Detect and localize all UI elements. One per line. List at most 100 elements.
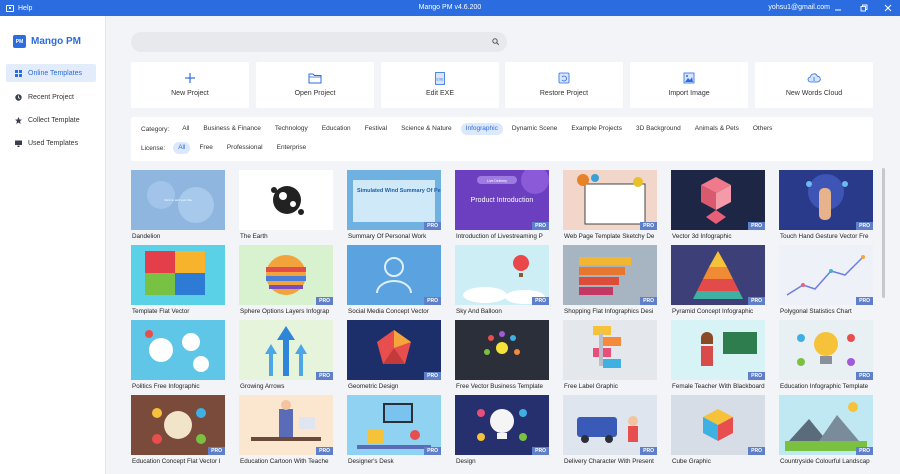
template-card[interactable]: Click to add your title Dandelion xyxy=(131,170,225,244)
close-button[interactable] xyxy=(878,0,898,16)
sidebar-item-online-templates[interactable]: Online Templates xyxy=(6,64,96,82)
pro-badge: PRO xyxy=(532,297,549,305)
template-card[interactable]: PRO Web Page Template Sketchy De xyxy=(563,170,657,244)
sidebar-item-recent-project[interactable]: Recent Project xyxy=(6,88,96,106)
license-professional[interactable]: Professional xyxy=(222,142,268,154)
template-thumbnail[interactable]: Click to add your title xyxy=(131,170,225,230)
template-card[interactable]: PRO Vector 3d Infographic xyxy=(671,170,765,244)
template-card[interactable]: PRO Sphere Options Layers Infograp xyxy=(239,245,333,319)
template-card[interactable]: Template Flat Vector xyxy=(131,245,225,319)
license-all[interactable]: All xyxy=(173,142,191,154)
template-card[interactable]: PRO Education Cartoon With Teache xyxy=(239,395,333,469)
template-thumbnail[interactable]: PRO xyxy=(239,245,333,305)
thumbnail-image xyxy=(563,320,657,380)
sidebar-item-collect-template[interactable]: Collect Template xyxy=(6,111,96,129)
template-thumbnail[interactable] xyxy=(563,320,657,380)
template-thumbnail[interactable]: Simulated Wind Summary Of Personal Work P… xyxy=(347,170,441,230)
template-card[interactable]: PRO Polygonal Statistics Chart xyxy=(779,245,873,319)
template-thumbnail[interactable]: PRO xyxy=(131,395,225,455)
template-card[interactable]: PRO Geometric Design xyxy=(347,320,441,394)
template-thumbnail[interactable] xyxy=(131,320,225,380)
template-card[interactable]: The Earth xyxy=(239,170,333,244)
category-technology[interactable]: Technology xyxy=(270,123,313,135)
template-thumbnail[interactable]: PRO xyxy=(779,170,873,230)
restore-project-button[interactable]: Restore Project xyxy=(505,62,623,108)
minimize-button[interactable] xyxy=(828,0,848,16)
template-thumbnail[interactable] xyxy=(455,320,549,380)
template-card[interactable]: PRO Education Concept Flat Vector I xyxy=(131,395,225,469)
thumbnail-image: Simulated Wind Summary Of Personal Work xyxy=(347,170,441,230)
template-thumbnail[interactable]: PRO xyxy=(347,320,441,380)
template-card[interactable]: PRO Education Infographic Template xyxy=(779,320,873,394)
open-project-button[interactable]: Open Project xyxy=(256,62,374,108)
template-card[interactable]: PRO Female Teacher With Blackboard xyxy=(671,320,765,394)
category-others[interactable]: Others xyxy=(748,123,778,135)
category-business-finance[interactable]: Business & Finance xyxy=(198,123,265,135)
template-thumbnail[interactable]: PRO xyxy=(347,245,441,305)
thumbnail-image xyxy=(779,245,873,305)
template-thumbnail[interactable]: PRO xyxy=(239,320,333,380)
template-thumbnail[interactable] xyxy=(131,245,225,305)
template-thumbnail[interactable]: PRO xyxy=(671,245,765,305)
template-thumbnail[interactable]: PRO xyxy=(671,170,765,230)
template-label: Politics Free Infographic xyxy=(132,383,200,390)
license-enterprise[interactable]: Enterprise xyxy=(272,142,312,154)
thumbnail-image xyxy=(671,170,765,230)
template-thumbnail[interactable]: PRO xyxy=(671,395,765,455)
template-thumbnail[interactable]: PRO xyxy=(779,395,873,455)
template-thumbnail[interactable]: PRO xyxy=(347,395,441,455)
category-festival[interactable]: Festival xyxy=(360,123,392,135)
template-thumbnail[interactable]: Live Delivery Product Introduction PRO xyxy=(455,170,549,230)
template-thumbnail[interactable]: PRO xyxy=(779,320,873,380)
license-free[interactable]: Free xyxy=(194,142,217,154)
pro-badge: PRO xyxy=(640,297,657,305)
search-icon xyxy=(492,38,499,45)
category-education[interactable]: Education xyxy=(317,123,356,135)
new-words-cloud-button[interactable]: New Words Cloud xyxy=(755,62,873,108)
template-card[interactable]: Live Delivery Product Introduction PRO Intr… xyxy=(455,170,549,244)
template-card[interactable]: PRO Shopping Flat Infographics Desi xyxy=(563,245,657,319)
template-card[interactable]: PRO Countryside Colourful Landscap xyxy=(779,395,873,469)
template-card[interactable]: PRO Designer's Desk xyxy=(347,395,441,469)
thumbnail-image xyxy=(239,170,333,230)
template-thumbnail[interactable]: PRO xyxy=(563,395,657,455)
template-thumbnail[interactable]: PRO xyxy=(779,245,873,305)
category-science-nature[interactable]: Science & Nature xyxy=(396,123,457,135)
restore-button[interactable] xyxy=(854,0,874,16)
template-card[interactable]: Free Vector Business Template xyxy=(455,320,549,394)
template-label: Dandelion xyxy=(132,233,161,240)
template-thumbnail[interactable]: PRO xyxy=(563,170,657,230)
template-thumbnail[interactable]: PRO xyxy=(455,245,549,305)
template-card[interactable]: PRO Pyramid Concept Infographic xyxy=(671,245,765,319)
template-card[interactable]: Politics Free Infographic xyxy=(131,320,225,394)
category-all[interactable]: All xyxy=(177,123,194,135)
template-thumbnail[interactable]: PRO xyxy=(455,395,549,455)
edit-exe-button[interactable]: EXE Edit EXE xyxy=(381,62,499,108)
template-thumbnail[interactable]: PRO xyxy=(563,245,657,305)
template-thumbnail[interactable]: PRO xyxy=(671,320,765,380)
category-3d-background[interactable]: 3D Background xyxy=(631,123,686,135)
category-infographic[interactable]: Infographic xyxy=(460,123,503,135)
template-card[interactable]: PRO Delivery Character With Present xyxy=(563,395,657,469)
template-card[interactable]: PRO Design xyxy=(455,395,549,469)
category-example-projects[interactable]: Example Projects xyxy=(566,123,627,135)
template-card[interactable]: PRO Cube Graphic xyxy=(671,395,765,469)
template-card[interactable]: Free Label Graphic xyxy=(563,320,657,394)
template-thumbnail[interactable]: PRO xyxy=(239,395,333,455)
new-project-button[interactable]: New Project xyxy=(131,62,249,108)
template-card[interactable]: PRO Sky And Balloon xyxy=(455,245,549,319)
template-card[interactable]: Simulated Wind Summary Of Personal Work P… xyxy=(347,170,441,244)
template-card[interactable]: PRO Growing Arrows xyxy=(239,320,333,394)
template-card[interactable]: PRO Social Media Concept Vector xyxy=(347,245,441,319)
category-animals-pets[interactable]: Animals & Pets xyxy=(690,123,744,135)
template-label: Pyramid Concept Infographic xyxy=(672,308,754,315)
template-thumbnail[interactable] xyxy=(239,170,333,230)
category-dynamic-scene[interactable]: Dynamic Scene xyxy=(507,123,563,135)
user-email[interactable]: yohsu1@gmail.com xyxy=(768,0,830,16)
import-image-button[interactable]: Import Image xyxy=(630,62,748,108)
sidebar-item-used-templates[interactable]: Used Templates xyxy=(6,134,96,152)
vertical-scrollbar[interactable] xyxy=(882,168,885,298)
search-input[interactable] xyxy=(131,32,507,52)
action-label: Edit EXE xyxy=(425,90,454,97)
template-card[interactable]: PRO Touch Hand Gesture Vector Fre xyxy=(779,170,873,244)
